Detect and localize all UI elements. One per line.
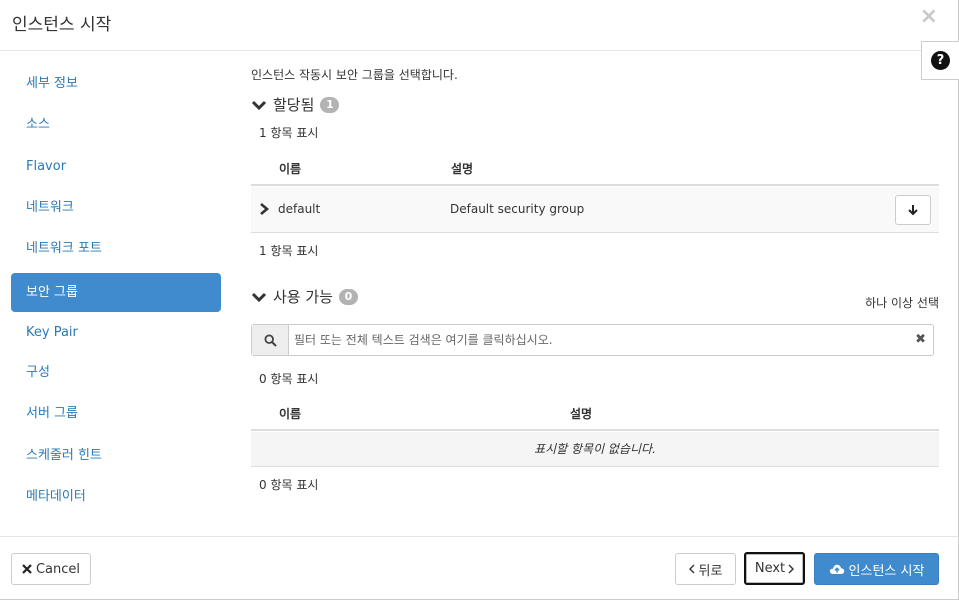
modal-footer: Cancel 뒤로 Next 인스턴스 시작 bbox=[0, 536, 958, 600]
nav-item-flavor[interactable]: Flavor bbox=[11, 147, 221, 186]
select-hint: 하나 이상 선택 bbox=[865, 296, 939, 310]
nav-item-source[interactable]: 소스 bbox=[11, 105, 221, 144]
cloud-upload-icon bbox=[829, 563, 845, 575]
modal-title: 인스턴스 시작 bbox=[12, 15, 112, 35]
nav-item-networks[interactable]: 네트워크 bbox=[11, 188, 221, 227]
launch-instance-button[interactable]: 인스턴스 시작 bbox=[814, 553, 939, 585]
available-title: 사용 가능 bbox=[273, 288, 333, 306]
column-description[interactable]: 설명 bbox=[570, 405, 592, 422]
search-icon bbox=[252, 325, 289, 355]
nav-item-security-groups[interactable]: 보안 그룹 bbox=[11, 273, 221, 312]
cancel-button[interactable]: Cancel bbox=[11, 553, 91, 585]
back-button[interactable]: 뒤로 bbox=[675, 553, 736, 585]
nav-item-key-pair[interactable]: Key Pair bbox=[11, 313, 221, 352]
allocated-section-toggle[interactable]: 할당됨 1 bbox=[251, 94, 340, 115]
close-icon bbox=[22, 564, 32, 574]
available-count-badge: 0 bbox=[338, 288, 358, 305]
chevron-down-icon bbox=[251, 100, 267, 110]
row-name: default bbox=[278, 202, 321, 216]
arrow-down-icon bbox=[908, 205, 918, 216]
allocated-table-header: 이름 설명 bbox=[251, 148, 939, 186]
allocated-count-top: 1 항목 표시 bbox=[259, 126, 319, 140]
clear-icon[interactable]: ✖ bbox=[915, 332, 926, 347]
table-row: default Default security group bbox=[251, 187, 939, 233]
question-icon: ? bbox=[931, 51, 950, 70]
chevron-right-icon bbox=[788, 564, 795, 574]
row-description: Default security group bbox=[450, 202, 585, 216]
next-label: Next bbox=[754, 561, 786, 576]
column-name[interactable]: 이름 bbox=[279, 160, 301, 177]
column-name[interactable]: 이름 bbox=[279, 405, 301, 422]
nav-item-details[interactable]: 세부 정보 bbox=[11, 64, 221, 103]
deallocate-button[interactable] bbox=[895, 195, 931, 225]
available-section-toggle[interactable]: 사용 가능 0 bbox=[251, 286, 358, 307]
back-label: 뒤로 bbox=[698, 563, 723, 579]
help-button[interactable]: ? bbox=[921, 41, 959, 80]
launch-label: 인스턴스 시작 bbox=[848, 563, 925, 579]
filter-box: ✖ bbox=[251, 324, 934, 356]
column-description[interactable]: 설명 bbox=[451, 160, 473, 177]
nav-item-network-ports[interactable]: 네트워크 포트 bbox=[11, 229, 221, 268]
empty-table-message: 표시할 항목이 없습니다. bbox=[251, 432, 939, 467]
search-input[interactable] bbox=[294, 325, 904, 355]
nav-item-metadata[interactable]: 메타데이터 bbox=[11, 477, 221, 516]
allocated-title: 할당됨 bbox=[273, 96, 315, 114]
nav-item-server-groups[interactable]: 서버 그룹 bbox=[11, 394, 221, 433]
close-icon[interactable]: × bbox=[920, 6, 938, 28]
allocated-count-bottom: 1 항목 표시 bbox=[259, 244, 319, 258]
nav-item-scheduler-hints[interactable]: 스케줄러 힌트 bbox=[11, 436, 221, 475]
allocated-count-badge: 1 bbox=[320, 96, 340, 113]
chevron-right-icon[interactable] bbox=[257, 201, 271, 217]
help-text: 인스턴스 작동시 보안 그룹을 선택합니다. bbox=[251, 68, 458, 82]
launch-instance-modal: 인스턴스 시작 × ? 세부 정보 소스 Flavor 네트워크 네트워크 포트… bbox=[0, 0, 959, 600]
available-table-header: 이름 설명 bbox=[251, 393, 939, 431]
cancel-label: Cancel bbox=[35, 561, 81, 577]
available-count-bottom: 0 항목 표시 bbox=[259, 478, 319, 492]
nav-item-configuration[interactable]: 구성 bbox=[11, 353, 221, 392]
chevron-left-icon bbox=[688, 564, 695, 574]
available-count-top: 0 항목 표시 bbox=[259, 372, 319, 386]
modal-header: 인스턴스 시작 × bbox=[0, 0, 958, 51]
next-button[interactable]: Next bbox=[744, 552, 805, 585]
chevron-down-icon bbox=[251, 292, 267, 302]
